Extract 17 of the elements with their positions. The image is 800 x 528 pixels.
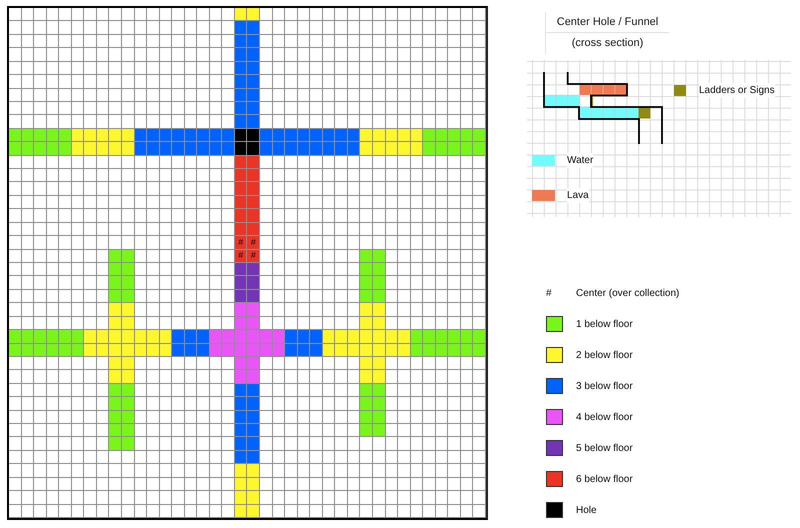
cross-section-subtitle: (cross section)	[572, 36, 644, 51]
cross-section-title: Center Hole / Funnel	[546, 12, 669, 33]
filled-cell: #	[247, 236, 260, 250]
filled-cell: #	[247, 250, 260, 263]
legend-label: Water	[567, 152, 594, 168]
legend-label: 4 below floor	[576, 410, 633, 424]
filled-cell: #	[234, 236, 248, 250]
legend-label: 2 below floor	[576, 348, 633, 362]
legend-label: 5 below floor	[576, 442, 633, 456]
legend-label: Lava	[567, 188, 589, 202]
legend-label: 1 below floor	[576, 318, 633, 332]
legend-symbol: #	[546, 286, 552, 300]
legend-label: 3 below floor	[576, 380, 633, 394]
legend-label: Center (over collection)	[576, 286, 680, 300]
legend-label: Ladders or Signs	[699, 82, 775, 98]
legend-label: 6 below floor	[576, 472, 633, 486]
legend-label: Hole	[576, 504, 597, 518]
